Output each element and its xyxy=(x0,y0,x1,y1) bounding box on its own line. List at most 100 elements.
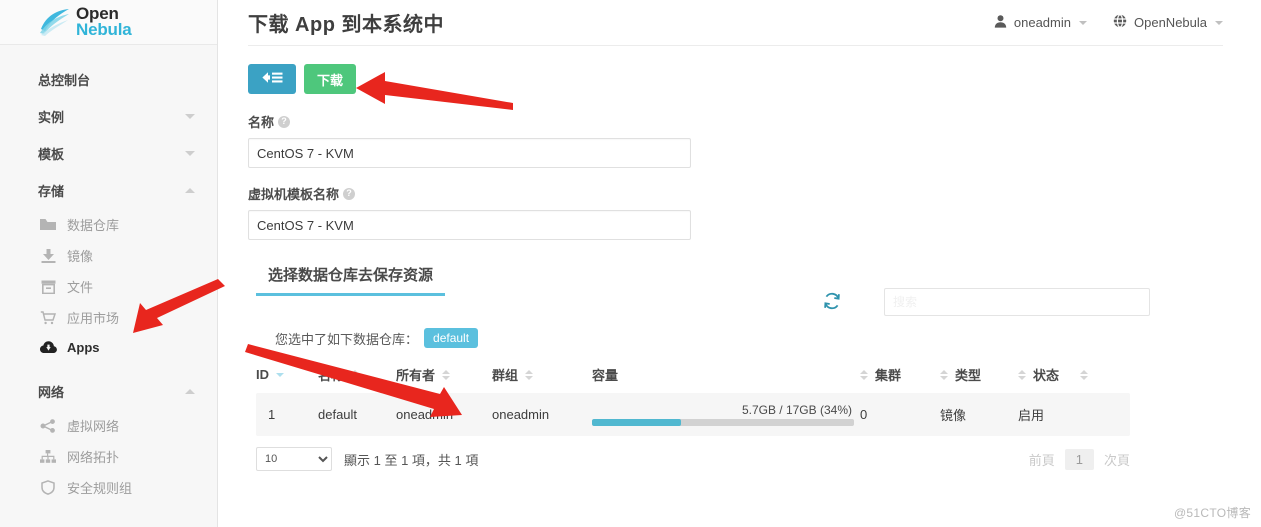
sidebar-item-network-topology[interactable]: 网络拓扑 xyxy=(0,441,217,472)
sidebar-item-marketplace[interactable]: 应用市场 xyxy=(0,302,217,333)
user-icon xyxy=(994,14,1007,31)
sort-desc-icon xyxy=(276,372,284,377)
sort-icon xyxy=(442,369,451,380)
column-label: 类型 xyxy=(955,368,982,383)
chevron-down-icon xyxy=(1079,20,1087,25)
sidebar-nav: 总控制台 实例 模板 存储 数据仓库 镜像 文件 应用市场 Apps 网络 虚拟… xyxy=(0,45,217,527)
back-button[interactable] xyxy=(248,64,296,94)
table-footer: 102550100 顯示 1 至 1 項，共 1 項 前頁 1 次頁 xyxy=(256,436,1130,471)
pagination: 前頁 1 次頁 xyxy=(1029,448,1130,470)
name-field-label: 名称 ? xyxy=(248,112,1223,131)
cell-capacity: 5.7GB / 17GB (34%) xyxy=(592,393,860,436)
sidebar-item-security-groups[interactable]: 安全规则组 xyxy=(0,472,217,503)
zone-menu[interactable]: OpenNebula xyxy=(1113,14,1223,31)
chevron-down-icon xyxy=(1215,20,1223,25)
column-header-group[interactable]: 群组 xyxy=(492,358,592,393)
sidebar-group-network[interactable]: 网络 xyxy=(0,373,217,410)
table-row[interactable]: 1 default oneadmin oneadmin 5.7GB / 17GB… xyxy=(256,393,1130,436)
shield-icon xyxy=(38,480,58,496)
capacity-bar xyxy=(592,419,854,426)
cell-cluster: 0 xyxy=(860,393,940,436)
sort-icon xyxy=(351,369,360,380)
main-content: 下载 App 到本系统中 oneadmin OpenNebula 下载 名称 ?… xyxy=(218,0,1261,527)
watermark: @51CTO博客 xyxy=(1173,506,1251,520)
cell-id: 1 xyxy=(256,393,318,436)
chevron-up-icon xyxy=(185,389,195,394)
column-header-cluster[interactable]: 集群 xyxy=(860,358,940,393)
column-header-owner[interactable]: 所有者 xyxy=(396,358,492,393)
column-label: 集群 xyxy=(875,368,902,383)
folder-icon xyxy=(38,217,58,233)
sidebar-item-label: 文件 xyxy=(67,280,94,295)
column-label: 所有者 xyxy=(396,368,436,383)
table-body: 1 default oneadmin oneadmin 5.7GB / 17GB… xyxy=(256,393,1130,436)
footer-left: 102550100 顯示 1 至 1 項，共 1 項 xyxy=(256,447,478,471)
file-drawer-icon xyxy=(38,279,58,295)
sidebar-item-label: 虚拟网络 xyxy=(67,419,120,434)
sort-icon xyxy=(525,369,534,380)
column-label: 名称 xyxy=(318,368,345,383)
sidebar-item-datastores[interactable]: 数据仓库 xyxy=(0,209,217,240)
cell-type: 镜像 xyxy=(940,393,1018,436)
sidebar-item-label: 实例 xyxy=(38,110,65,125)
cell-state: 启用 xyxy=(1018,393,1130,436)
opennebula-logo-icon xyxy=(38,7,72,37)
vm-template-name-input[interactable] xyxy=(248,210,691,240)
sidebar-group-storage[interactable]: 存储 xyxy=(0,172,217,209)
vm-template-name-label-text: 虚拟机模板名称 xyxy=(248,187,340,202)
page-number-1[interactable]: 1 xyxy=(1064,448,1094,470)
pagination-summary: 顯示 1 至 1 項，共 1 項 xyxy=(344,452,479,468)
capacity-bar-fill xyxy=(592,419,682,426)
shopping-cart-icon xyxy=(38,310,58,326)
column-header-capacity[interactable]: 容量 xyxy=(592,358,860,393)
download-button[interactable]: 下载 xyxy=(304,64,357,94)
sort-icon xyxy=(940,369,948,380)
help-circle-icon[interactable]: ? xyxy=(278,115,291,128)
name-input[interactable] xyxy=(248,138,691,168)
sidebar-item-label: Apps xyxy=(67,339,100,355)
column-label: 容量 xyxy=(592,368,619,383)
sidebar-item-label: 安全规则组 xyxy=(67,481,133,496)
page-size-select[interactable]: 102550100 xyxy=(256,447,332,471)
sidebar-item-files[interactable]: 文件 xyxy=(0,271,217,302)
brand-name: Open Nebula xyxy=(76,5,132,38)
column-label: ID xyxy=(256,367,269,382)
prev-page-button[interactable]: 前頁 xyxy=(1029,450,1055,469)
user-menu[interactable]: oneadmin xyxy=(994,14,1087,31)
sidebar-item-dashboard[interactable]: 总控制台 xyxy=(0,61,217,98)
page-title: 下载 App 到本系统中 xyxy=(248,14,444,36)
datastore-table: ID 名称 所有者 群组 容量 集群 类型 状态 1 default onead… xyxy=(256,358,1130,436)
sidebar-item-label: 模板 xyxy=(38,147,65,162)
app-root: Open Nebula 总控制台 实例 模板 存储 数据仓库 镜像 文件 应用市… xyxy=(0,0,1261,527)
sort-icon xyxy=(1080,369,1089,380)
sidebar-item-virtual-networks[interactable]: 虚拟网络 xyxy=(0,410,217,441)
sidebar-item-apps[interactable]: Apps xyxy=(0,333,217,361)
cell-group: oneadmin xyxy=(492,393,592,436)
column-header-type[interactable]: 类型 xyxy=(940,358,1018,393)
sidebar-item-label: 网络 xyxy=(38,385,65,400)
refresh-icon[interactable] xyxy=(822,291,842,314)
column-header-id[interactable]: ID xyxy=(256,358,318,393)
chevron-down-icon xyxy=(185,114,195,119)
form-area: 下载 名称 ? 虚拟机模板名称 ? 选择数据仓库去保存资源 xyxy=(218,46,1261,471)
help-circle-icon[interactable]: ? xyxy=(343,187,356,200)
cell-owner: oneadmin xyxy=(396,393,492,436)
sidebar-group-infrastructure[interactable]: 基础设施 xyxy=(0,515,217,527)
column-header-name[interactable]: 名称 xyxy=(318,358,396,393)
next-page-button[interactable]: 次頁 xyxy=(1104,450,1130,469)
selected-datastore-prefix: 您选中了如下数据仓库： xyxy=(275,331,419,347)
action-toolbar: 下载 xyxy=(248,64,1223,94)
network-node-icon xyxy=(38,418,58,434)
network-topology-icon xyxy=(38,449,58,465)
sidebar-item-label: 总控制台 xyxy=(38,73,91,88)
download-disk-icon xyxy=(38,248,58,264)
sidebar-item-images[interactable]: 镜像 xyxy=(0,240,217,271)
column-header-state[interactable]: 状态 xyxy=(1018,358,1130,393)
sidebar-item-label: 存储 xyxy=(38,184,65,199)
sidebar-group-instances[interactable]: 实例 xyxy=(0,98,217,135)
sidebar-group-templates[interactable]: 模板 xyxy=(0,135,217,172)
brand-logo[interactable]: Open Nebula xyxy=(0,0,217,45)
sidebar-item-label: 数据仓库 xyxy=(67,218,120,233)
search-input[interactable] xyxy=(884,288,1150,316)
selected-datastore-chip[interactable]: default xyxy=(424,328,479,348)
